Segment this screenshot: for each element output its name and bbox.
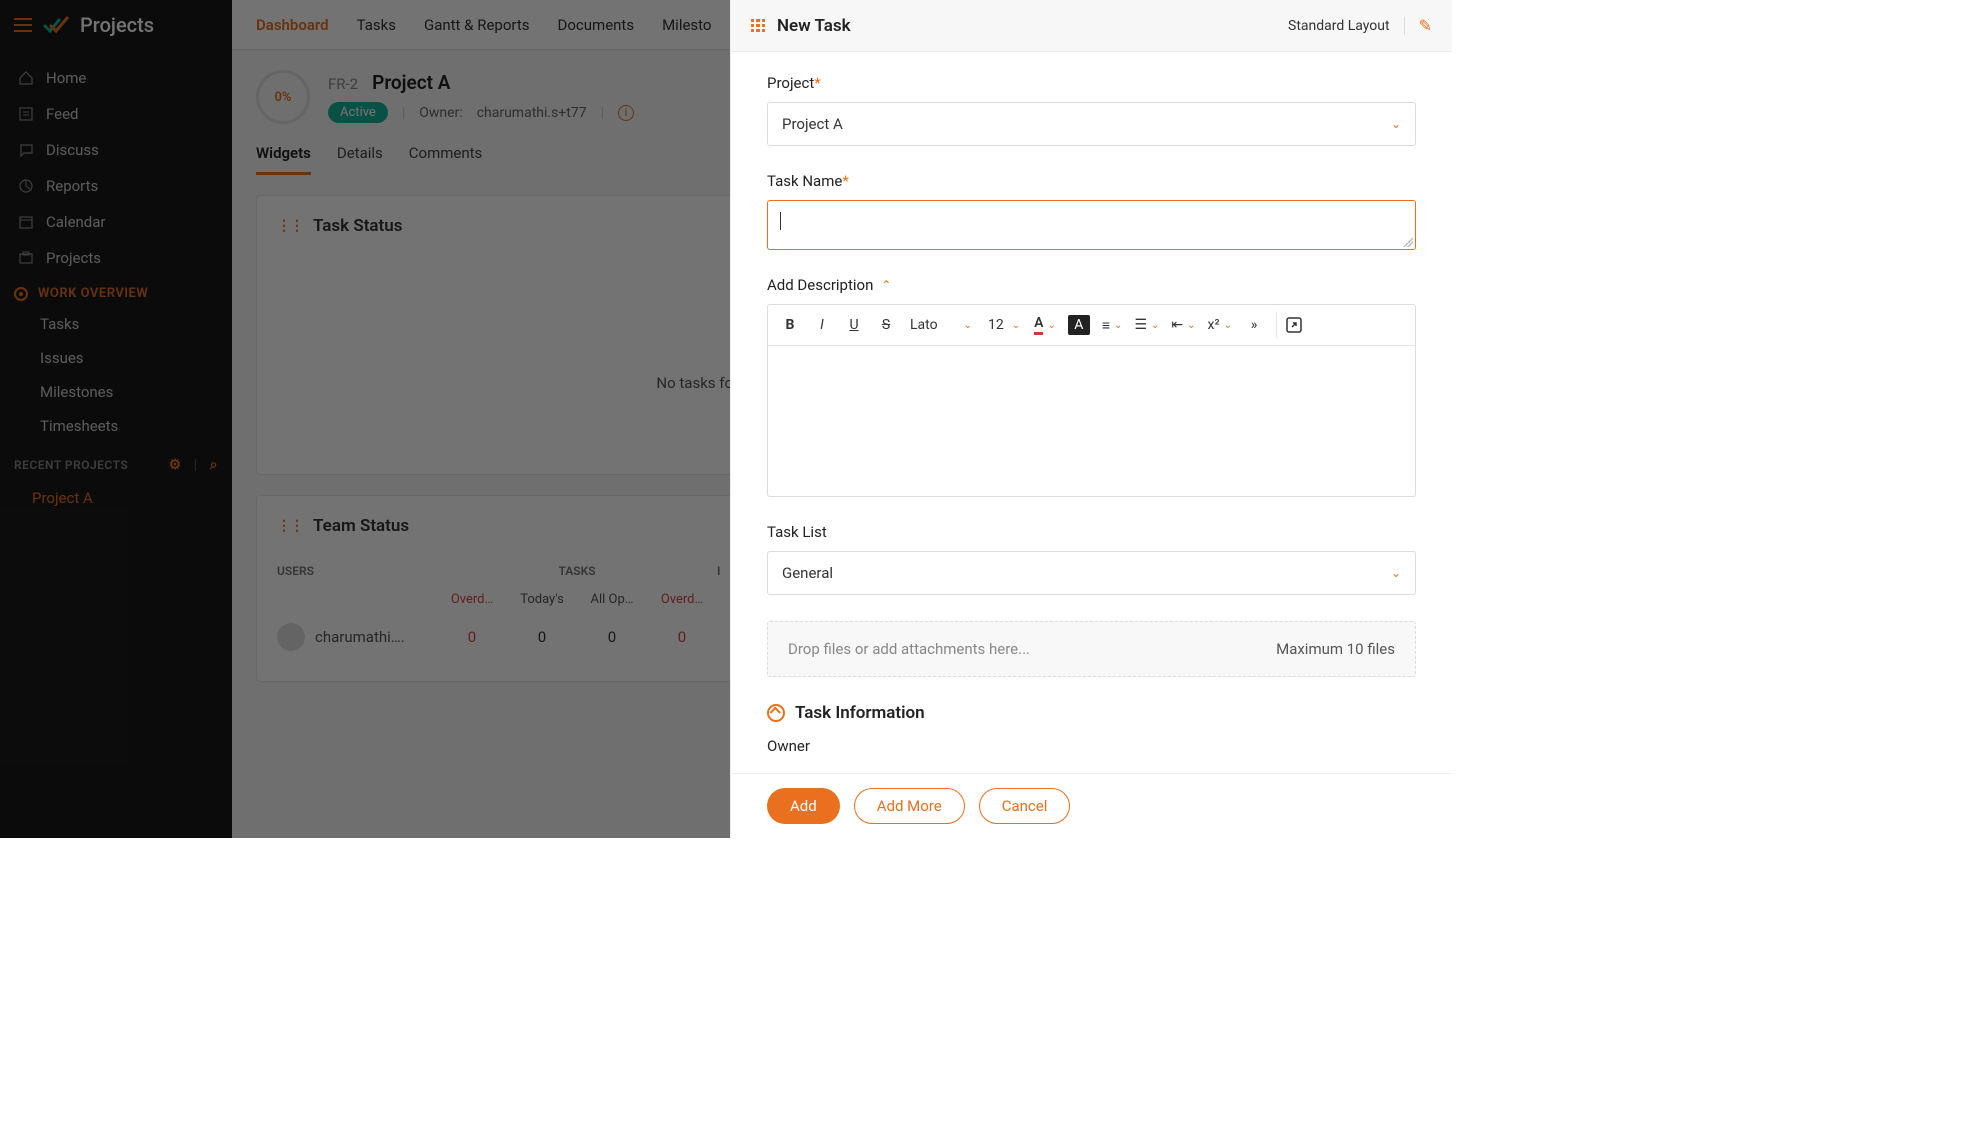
cancel-button[interactable]: Cancel — [979, 788, 1071, 824]
col-users: USERS — [277, 564, 437, 578]
work-timesheets[interactable]: Timesheets — [0, 409, 232, 443]
add-more-button[interactable]: Add More — [854, 788, 965, 824]
sub-allopen: All Op… — [577, 592, 647, 607]
text-color-button[interactable]: A⌄ — [1030, 311, 1060, 339]
nav-projects[interactable]: Projects — [0, 240, 232, 276]
project-select[interactable]: Project A ⌄ — [767, 102, 1416, 146]
italic-button[interactable]: I — [808, 311, 836, 339]
strike-button[interactable]: S — [872, 311, 900, 339]
team-status-title: Team Status — [313, 516, 409, 536]
logo-icon — [42, 15, 70, 35]
panel-footer: Add Add More Cancel — [731, 773, 1452, 838]
project-name: Project A — [372, 71, 450, 94]
tab-documents[interactable]: Documents — [558, 16, 635, 34]
drag-icon[interactable]: ⋮⋮ — [277, 218, 303, 234]
description-textarea[interactable] — [768, 346, 1415, 496]
edit-icon[interactable]: ✎ — [1419, 16, 1432, 35]
user-name: charumathi…. — [315, 628, 405, 646]
filter-icon[interactable]: ⚙ — [169, 457, 182, 473]
taskname-field-label: Task Name* — [767, 172, 1416, 190]
task-info-title: Task Information — [795, 703, 925, 723]
sub-overdue1: Overd… — [437, 592, 507, 607]
recent-projects-heading: RECENT PROJECTS ⚙ | ⌕ — [0, 443, 232, 481]
subtab-widgets[interactable]: Widgets — [256, 144, 311, 175]
tasklist-select[interactable]: General ⌄ — [767, 551, 1416, 595]
indent-button[interactable]: ⇤⌄ — [1167, 311, 1199, 339]
progress-ring: 0% — [256, 70, 310, 124]
subtab-details[interactable]: Details — [337, 144, 383, 175]
tab-gantt[interactable]: Gantt & Reports — [424, 16, 530, 34]
work-tasks[interactable]: Tasks — [0, 307, 232, 341]
owner-label: Owner: — [419, 105, 462, 121]
apps-grid-icon[interactable] — [751, 19, 765, 33]
tab-milestones[interactable]: Milesto — [662, 16, 711, 34]
project-id: FR-2 — [328, 75, 358, 93]
col-tasks: TASKS — [437, 564, 717, 578]
status-badge: Active — [328, 102, 388, 123]
collapse-icon[interactable] — [767, 704, 785, 722]
search-icon[interactable]: ⌕ — [210, 457, 218, 473]
align-button[interactable]: ≡⌄ — [1098, 311, 1127, 339]
drag-icon[interactable]: ⋮⋮ — [277, 518, 303, 534]
work-overview-heading[interactable]: WORK OVERVIEW — [0, 276, 232, 307]
description-toggle[interactable]: Add Description ⌃ — [767, 276, 1416, 294]
nav-discuss[interactable]: Discuss — [0, 132, 232, 168]
new-task-panel: New Task Standard Layout ✎ Project* Proj… — [730, 0, 1452, 838]
attachments-dropzone[interactable]: Drop files or add attachments here... Ma… — [767, 621, 1416, 677]
nav-home[interactable]: Home — [0, 60, 232, 96]
list-button[interactable]: ☰⌄ — [1130, 311, 1163, 339]
sub-today: Today's — [507, 592, 577, 607]
underline-button[interactable]: U — [840, 311, 868, 339]
sidebar: Projects Home Feed Discuss Reports Calen… — [0, 0, 232, 838]
chevron-down-icon: ⌄ — [1391, 566, 1401, 580]
chevron-up-icon: ⌃ — [881, 278, 891, 292]
owner-field-label: Owner — [767, 737, 1416, 755]
description-editor: B I U S Lato⌄ 12⌄ A⌄ A ≡⌄ ☰⌄ ⇤⌄ x²⌄ » — [767, 304, 1416, 497]
tab-dashboard[interactable]: Dashboard — [256, 16, 329, 34]
task-status-title: Task Status — [313, 216, 403, 236]
ring-icon — [14, 287, 28, 301]
add-button[interactable]: Add — [767, 788, 840, 824]
chevron-down-icon: ⌄ — [1391, 117, 1401, 131]
nav-feed[interactable]: Feed — [0, 96, 232, 132]
bold-button[interactable]: B — [776, 311, 804, 339]
owner-value: charumathi.s+t77 — [477, 105, 587, 121]
superscript-button[interactable]: x²⌄ — [1204, 311, 1236, 339]
avatar — [277, 623, 305, 651]
info-icon[interactable]: i — [618, 105, 634, 121]
tab-tasks[interactable]: Tasks — [357, 16, 396, 34]
highlight-button[interactable]: A — [1064, 311, 1094, 339]
work-issues[interactable]: Issues — [0, 341, 232, 375]
font-size-select[interactable]: 12⌄ — [982, 311, 1026, 339]
recent-project-a[interactable]: Project A — [0, 481, 232, 515]
subtab-comments[interactable]: Comments — [409, 144, 483, 175]
font-family-select[interactable]: Lato⌄ — [904, 311, 978, 339]
work-milestones[interactable]: Milestones — [0, 375, 232, 409]
expand-icon[interactable] — [1276, 311, 1307, 339]
taskname-input[interactable] — [767, 200, 1416, 250]
tasklist-label: Task List — [767, 523, 1416, 541]
panel-title: New Task — [777, 16, 851, 36]
menu-icon[interactable] — [14, 18, 32, 32]
sub-overdue2: Overd… — [647, 592, 717, 607]
more-button[interactable]: » — [1240, 311, 1268, 339]
nav-calendar[interactable]: Calendar — [0, 204, 232, 240]
project-field-label: Project* — [767, 74, 1416, 92]
rte-toolbar: B I U S Lato⌄ 12⌄ A⌄ A ≡⌄ ☰⌄ ⇤⌄ x²⌄ » — [768, 305, 1415, 346]
brand-label: Projects — [80, 13, 154, 37]
layout-label[interactable]: Standard Layout — [1288, 18, 1390, 34]
nav-reports[interactable]: Reports — [0, 168, 232, 204]
